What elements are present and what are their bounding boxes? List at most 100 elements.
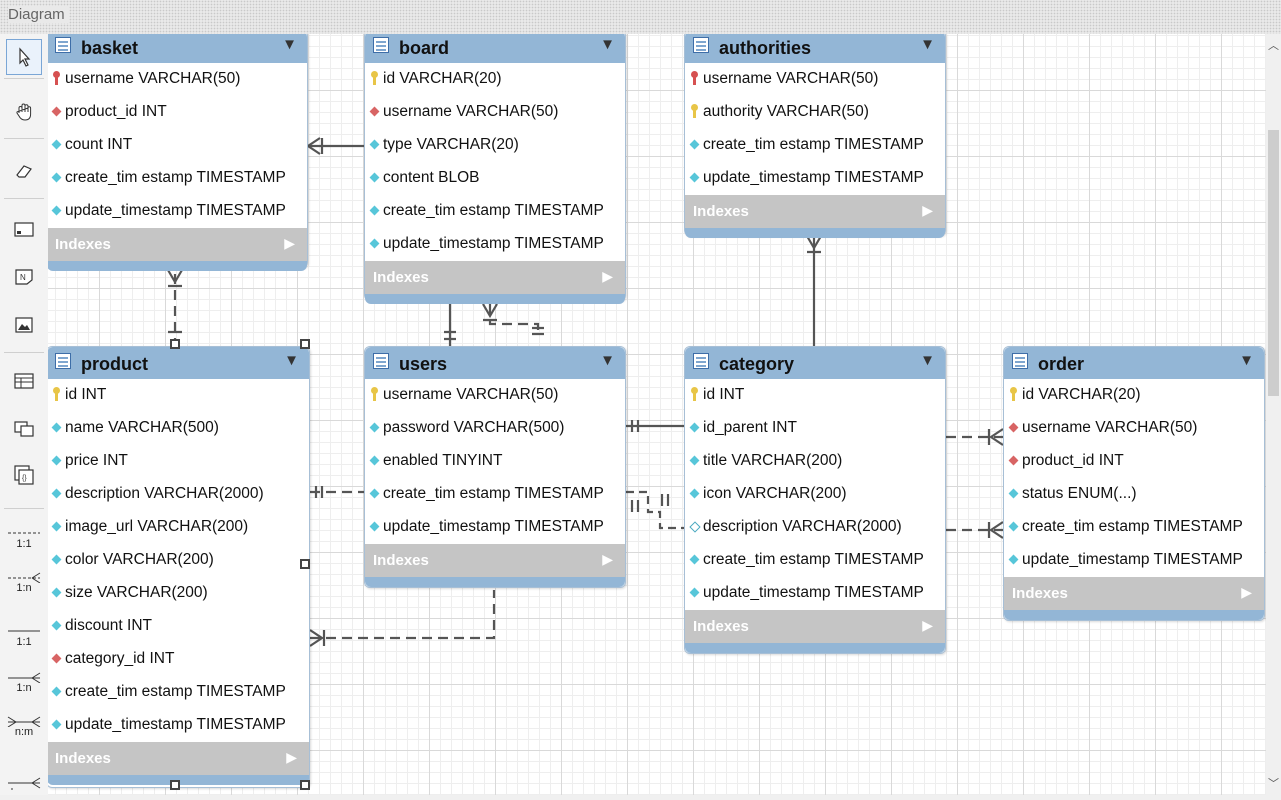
relationship-1-n-identifying-tool[interactable]: 1:n (6, 664, 42, 700)
column-row[interactable]: id_parent INT (685, 412, 945, 445)
table-category[interactable]: category ▼ id INT id_parent INT title VA… (684, 346, 946, 654)
indexes-section[interactable]: Indexes ▶ (685, 195, 945, 228)
column-row[interactable]: id INT (685, 379, 945, 412)
scrollbar-thumb[interactable] (1268, 130, 1279, 396)
column-row[interactable]: title VARCHAR(200) (685, 445, 945, 478)
column-row[interactable]: update_timestamp TIMESTAMP (685, 577, 945, 610)
column-row[interactable]: id VARCHAR(20) (1004, 379, 1264, 412)
relationship-1-n-non-identifying-tool[interactable]: 1:n (6, 564, 42, 600)
resize-handle[interactable] (300, 780, 310, 790)
image-tool[interactable] (6, 310, 42, 340)
collapse-arrow-icon[interactable]: ▼ (284, 352, 299, 369)
collapse-arrow-icon[interactable]: ▼ (600, 36, 615, 53)
table-basket[interactable]: basket ▼ username VARCHAR(50) product_id… (48, 34, 308, 271)
table-authorities-header[interactable]: authorities ▼ (685, 34, 945, 63)
column-row[interactable]: username VARCHAR(50) (48, 63, 307, 96)
expand-arrow-icon[interactable]: ▶ (1241, 584, 1252, 601)
column-row[interactable]: create_tim estamp TIMESTAMP (48, 162, 307, 195)
column-row[interactable]: update_timestamp TIMESTAMP (685, 162, 945, 195)
relationship-n-m-identifying-tool[interactable]: n:m (6, 708, 42, 744)
resize-handle[interactable] (170, 780, 180, 790)
column-row[interactable]: update_timestamp TIMESTAMP (365, 511, 625, 544)
column-row[interactable]: username VARCHAR(50) (1004, 412, 1264, 445)
expand-arrow-icon[interactable]: ▶ (922, 202, 933, 219)
vertical-scrollbar[interactable]: ︿ ﹀ (1266, 34, 1281, 795)
column-row[interactable]: id VARCHAR(20) (365, 63, 625, 96)
routine-group-tool[interactable]: {} (6, 460, 42, 490)
select-tool[interactable] (6, 39, 42, 75)
column-row[interactable]: create_tim estamp TIMESTAMP (1004, 511, 1264, 544)
indexes-section[interactable]: Indexes ▶ (48, 228, 307, 261)
table-tool[interactable] (6, 366, 42, 396)
view-tool[interactable] (6, 414, 42, 444)
table-board[interactable]: board ▼ id VARCHAR(20) username VARCHAR(… (364, 34, 626, 304)
column-row[interactable]: username VARCHAR(50) (685, 63, 945, 96)
column-row[interactable]: price INT (48, 445, 309, 478)
expand-arrow-icon[interactable]: ▶ (602, 551, 613, 568)
layer-tool[interactable] (6, 214, 42, 244)
eraser-tool[interactable] (6, 156, 42, 186)
indexes-section[interactable]: Indexes ▶ (685, 610, 945, 643)
diagram-canvas[interactable]: basket ▼ username VARCHAR(50) product_id… (48, 34, 1266, 795)
column-row[interactable]: create_tim estamp TIMESTAMP (685, 544, 945, 577)
resize-handle[interactable] (300, 559, 310, 569)
expand-arrow-icon[interactable]: ▶ (922, 617, 933, 634)
column-row[interactable]: count INT (48, 129, 307, 162)
column-row[interactable]: enabled TINYINT (365, 445, 625, 478)
note-tool[interactable]: N (6, 262, 42, 292)
collapse-arrow-icon[interactable]: ▼ (920, 352, 935, 369)
collapse-arrow-icon[interactable]: ▼ (282, 36, 297, 53)
column-row[interactable]: password VARCHAR(500) (365, 412, 625, 445)
column-row[interactable]: create_tim estamp TIMESTAMP (685, 129, 945, 162)
column-row[interactable]: update_timestamp TIMESTAMP (365, 228, 625, 261)
scroll-up-arrow-icon[interactable]: ︿ (1266, 38, 1281, 54)
table-users-header[interactable]: users ▼ (365, 347, 625, 379)
column-row[interactable]: content BLOB (365, 162, 625, 195)
table-authorities[interactable]: authorities ▼ username VARCHAR(50) autho… (684, 34, 946, 238)
table-category-header[interactable]: category ▼ (685, 347, 945, 379)
column-row[interactable]: status ENUM(...) (1004, 478, 1264, 511)
column-row[interactable]: category_id INT (48, 643, 309, 676)
column-row[interactable]: update_timestamp TIMESTAMP (48, 709, 309, 742)
column-row[interactable]: update_timestamp TIMESTAMP (48, 195, 307, 228)
column-row[interactable]: create_tim estamp TIMESTAMP (365, 195, 625, 228)
column-row[interactable]: name VARCHAR(500) (48, 412, 309, 445)
column-row[interactable]: update_timestamp TIMESTAMP (1004, 544, 1264, 577)
collapse-arrow-icon[interactable]: ▼ (1239, 352, 1254, 369)
column-row[interactable]: icon VARCHAR(200) (685, 478, 945, 511)
expand-arrow-icon[interactable]: ▶ (286, 749, 297, 766)
column-row[interactable]: authority VARCHAR(50) (685, 96, 945, 129)
expand-arrow-icon[interactable]: ▶ (602, 268, 613, 285)
resize-handle[interactable] (170, 339, 180, 349)
table-users[interactable]: users ▼ username VARCHAR(50) password VA… (364, 346, 626, 588)
table-product-header[interactable]: product ▼ (48, 347, 309, 379)
column-row[interactable]: product_id INT (1004, 445, 1264, 478)
table-order[interactable]: order ▼ id VARCHAR(20) username VARCHAR(… (1003, 346, 1265, 621)
column-row[interactable]: description VARCHAR(2000) (685, 511, 945, 544)
indexes-section[interactable]: Indexes ▶ (365, 261, 625, 294)
expand-arrow-icon[interactable]: ▶ (284, 235, 295, 252)
column-row[interactable]: create_tim estamp TIMESTAMP (365, 478, 625, 511)
table-basket-header[interactable]: basket ▼ (48, 34, 307, 63)
column-row[interactable]: image_url VARCHAR(200) (48, 511, 309, 544)
indexes-section[interactable]: Indexes ▶ (48, 742, 309, 775)
relationship-1-1-non-identifying-tool[interactable]: 1:1 (6, 520, 42, 556)
relationship-1-1-identifying-tool[interactable]: 1:1 (6, 618, 42, 654)
column-row[interactable]: discount INT (48, 610, 309, 643)
table-product[interactable]: product ▼ id INT name VARCHAR(500) price… (48, 346, 310, 788)
table-board-header[interactable]: board ▼ (365, 34, 625, 63)
column-row[interactable]: product_id INT (48, 96, 307, 129)
scroll-down-arrow-icon[interactable]: ﹀ (1266, 776, 1281, 792)
column-row[interactable]: color VARCHAR(200) (48, 544, 309, 577)
indexes-section[interactable]: Indexes ▶ (1004, 577, 1264, 610)
column-row[interactable]: size VARCHAR(200) (48, 577, 309, 610)
collapse-arrow-icon[interactable]: ▼ (600, 352, 615, 369)
column-row[interactable]: description VARCHAR(2000) (48, 478, 309, 511)
column-row[interactable]: username VARCHAR(50) (365, 96, 625, 129)
indexes-section[interactable]: Indexes ▶ (365, 544, 625, 577)
resize-handle[interactable] (300, 339, 310, 349)
hand-tool[interactable] (6, 97, 42, 127)
column-row[interactable]: type VARCHAR(20) (365, 129, 625, 162)
collapse-arrow-icon[interactable]: ▼ (920, 36, 935, 53)
table-order-header[interactable]: order ▼ (1004, 347, 1264, 379)
